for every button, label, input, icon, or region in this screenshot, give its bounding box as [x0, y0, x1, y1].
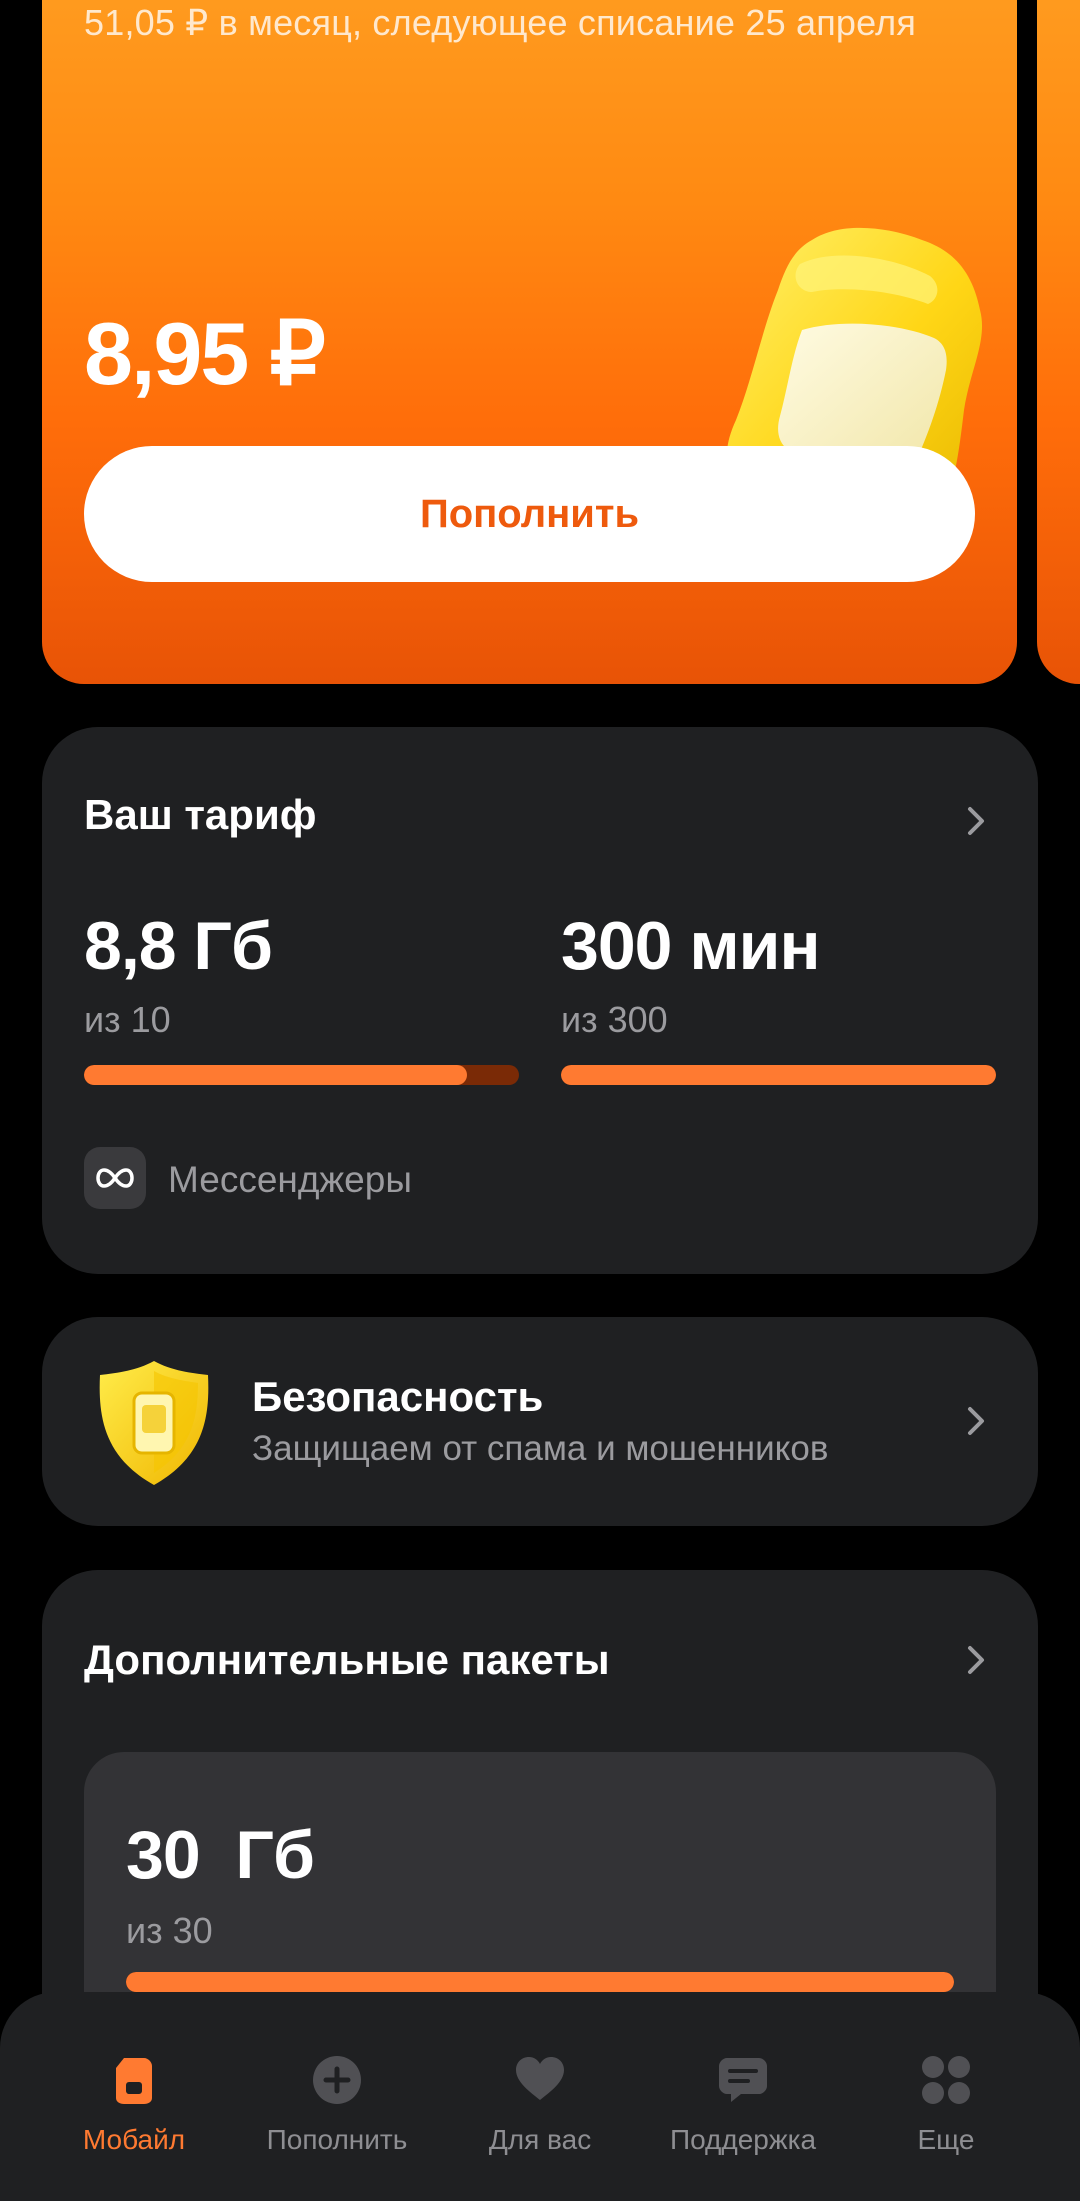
packages-title: Дополнительные пакеты — [84, 1636, 610, 1683]
shield-icon — [92, 1357, 216, 1489]
data-progress-fill — [84, 1065, 467, 1085]
grid-icon — [922, 2056, 970, 2104]
sim-icon — [116, 2058, 152, 2104]
nav-label: Поддержка — [669, 2124, 817, 2155]
package-progress-bar — [126, 1972, 954, 1992]
nav-label: Еще — [917, 2124, 975, 2155]
nav-label: Пополнить — [266, 2124, 408, 2155]
next-card-peek[interactable] — [1037, 0, 1080, 684]
chevron-right-icon[interactable] — [958, 803, 994, 839]
app-screen: 51,05 ₽ в месяц, следующее списание 25 а… — [0, 0, 1080, 2201]
minutes-remaining: 300 мин — [561, 908, 821, 984]
infinity-icon — [84, 1147, 146, 1209]
nav-item-support[interactable]: Поддержка — [635, 1992, 851, 2201]
chevron-right-icon[interactable] — [958, 1642, 994, 1678]
nav-item-topup[interactable]: Пополнить — [229, 1992, 445, 2201]
data-progress-bar — [84, 1065, 519, 1085]
messengers-label: Мессенджеры — [168, 1159, 412, 1200]
balance-amount: 8,95 ₽ — [84, 304, 326, 403]
nav-label: Для вас — [488, 2124, 592, 2155]
bottom-navigation: Мобайл Пополнить Для вас Поддержка Еще — [0, 1992, 1080, 2201]
topup-button[interactable]: Пополнить — [84, 446, 975, 582]
package-value: 30 Гб — [126, 1817, 315, 1893]
security-subtitle: Защищаем от спама и мошенников — [252, 1429, 829, 1468]
minutes-progress-fill — [561, 1065, 996, 1085]
chat-icon — [719, 2058, 767, 2102]
plus-circle-icon — [313, 2056, 361, 2104]
nav-item-mobile[interactable]: Мобайл — [26, 1992, 242, 2201]
package-progress-fill — [126, 1972, 954, 1992]
nav-item-more[interactable]: Еще — [838, 1992, 1054, 2201]
package-total: из 30 — [126, 1910, 213, 1951]
tariff-card[interactable]: Ваш тариф 8,8 Гб из 10 300 мин из 300 Ме… — [42, 727, 1038, 1274]
chevron-right-icon[interactable] — [958, 1403, 994, 1439]
balance-card[interactable]: 51,05 ₽ в месяц, следующее списание 25 а… — [42, 0, 1017, 684]
data-remaining: 8,8 Гб — [84, 908, 273, 984]
subscription-info: 51,05 ₽ в месяц, следующее списание 25 а… — [84, 2, 917, 43]
security-title: Безопасность — [252, 1373, 544, 1420]
tariff-title: Ваш тариф — [84, 791, 317, 838]
nav-item-for-you[interactable]: Для вас — [432, 1992, 648, 2201]
heart-icon — [516, 2057, 564, 2100]
minutes-progress-bar — [561, 1065, 996, 1085]
nav-label: Мобайл — [82, 2124, 186, 2155]
minutes-total: из 300 — [561, 999, 668, 1040]
data-total: из 10 — [84, 999, 171, 1040]
security-card[interactable]: Безопасность Защищаем от спама и мошенни… — [42, 1317, 1038, 1526]
